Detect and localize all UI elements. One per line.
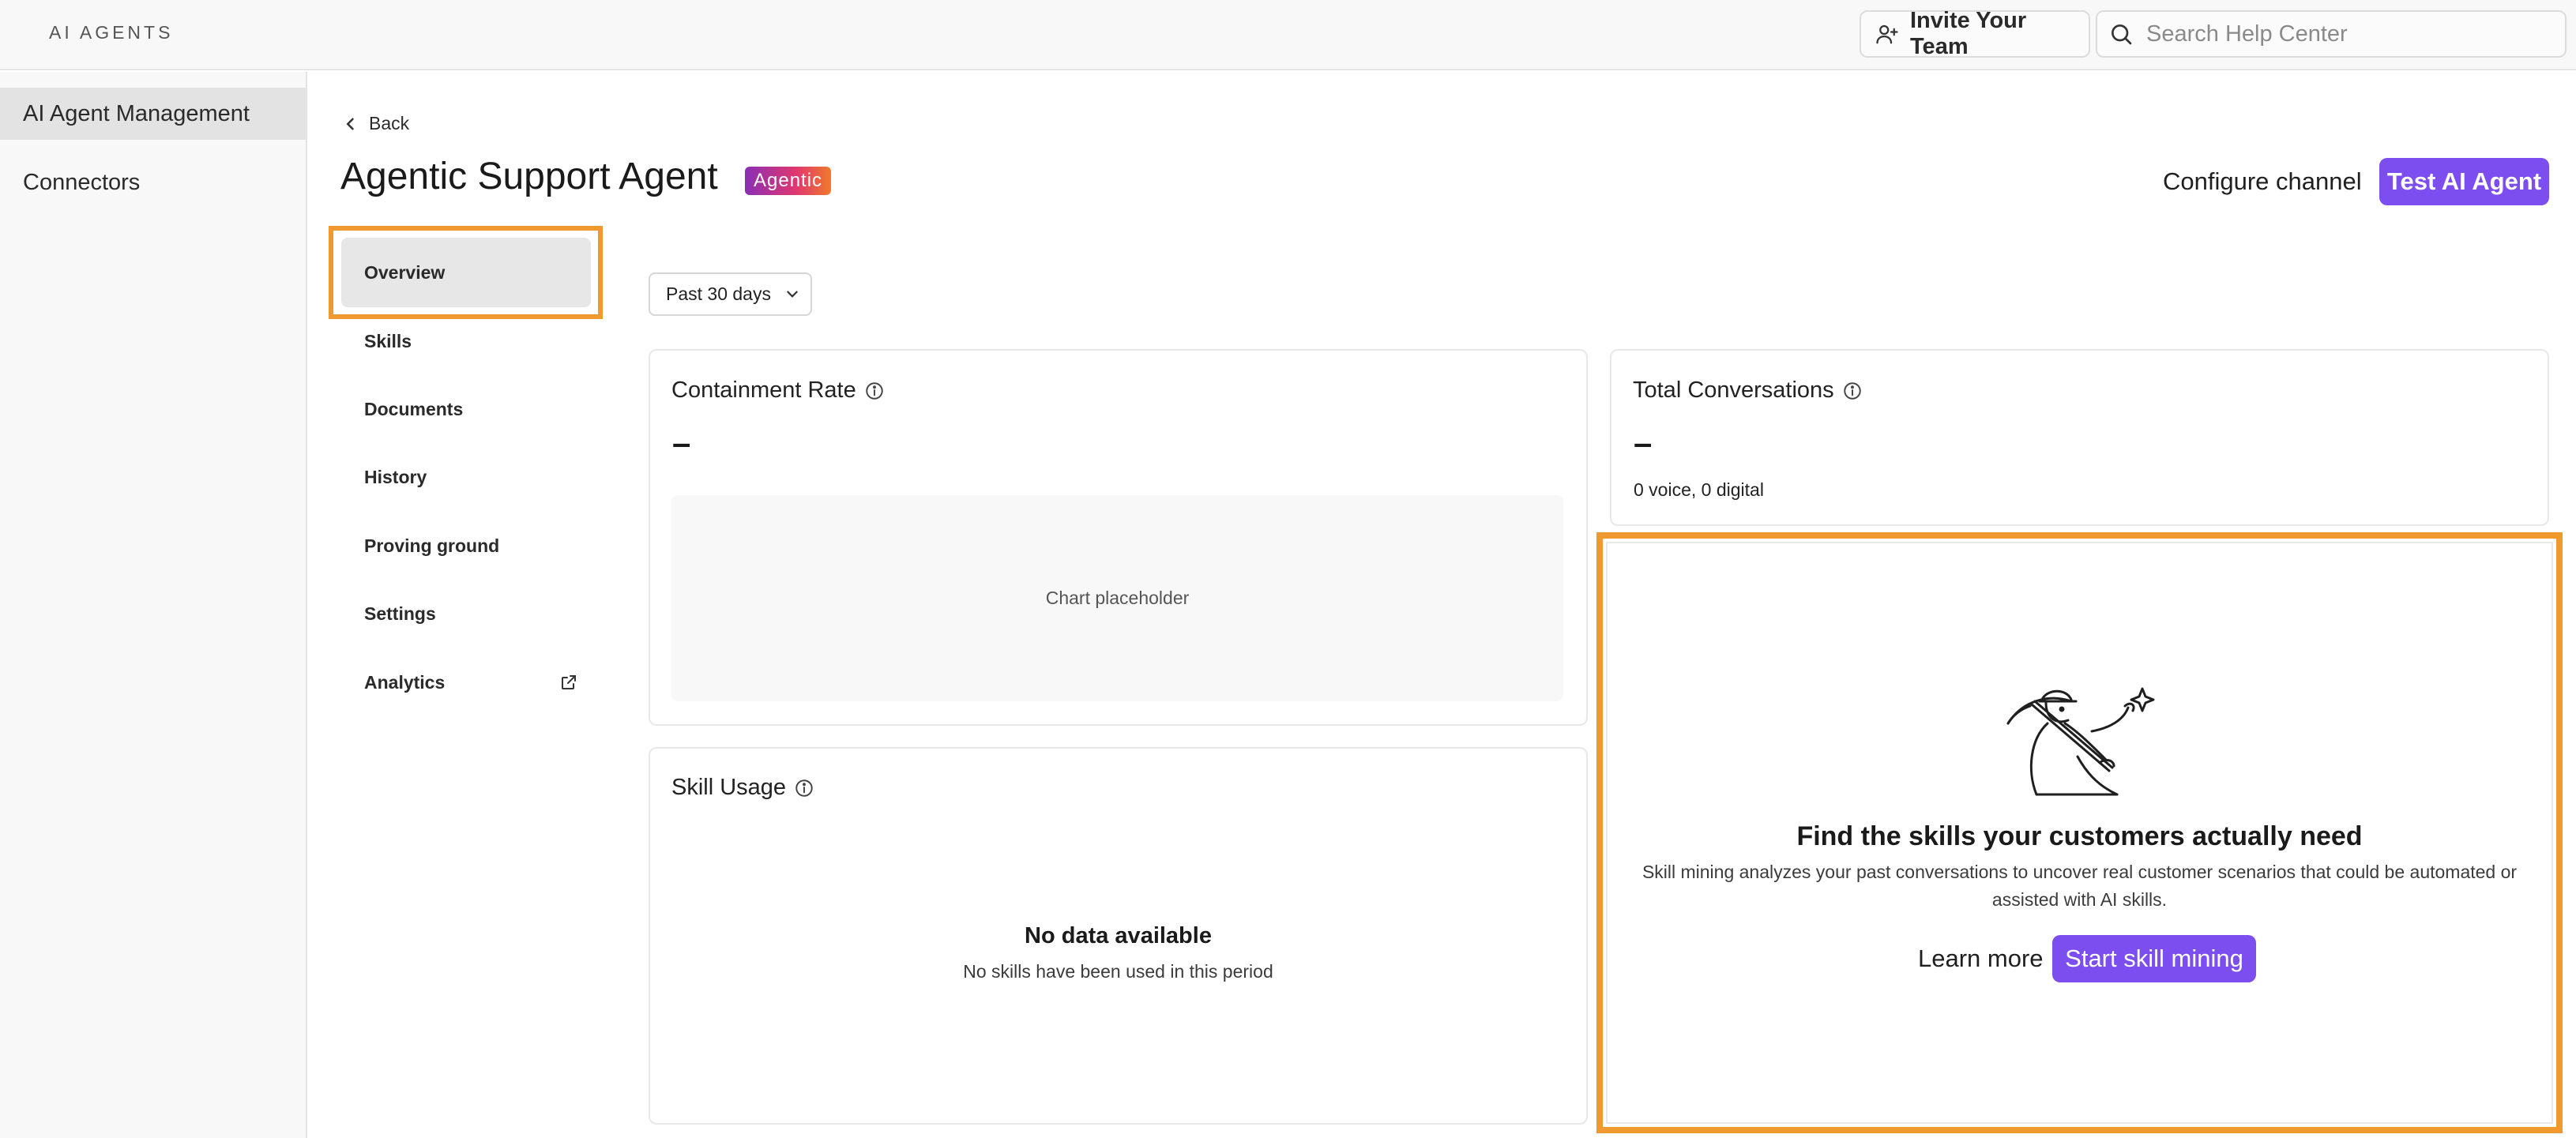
tab-skills[interactable]: Skills (341, 306, 591, 376)
chevron-left-icon (345, 116, 356, 132)
card-title-label: Total Conversations (1633, 377, 1834, 403)
external-link-icon (559, 673, 578, 692)
tab-label: Proving ground (364, 535, 500, 556)
tab-history[interactable]: History (341, 442, 591, 512)
period-filter-dropdown[interactable]: Past 30 days (649, 272, 812, 316)
card-title-label: Containment Rate (671, 377, 856, 403)
invite-team-button[interactable]: Invite Your Team (1860, 8, 2090, 59)
chart-placeholder-label: Chart placeholder (1045, 588, 1190, 608)
left-sidebar (0, 72, 307, 1138)
tab-label: Analytics (364, 671, 446, 693)
chevron-down-icon (785, 290, 799, 299)
invite-team-label: Invite Your Team (1910, 8, 2027, 59)
add-user-icon (1875, 22, 1899, 46)
sidebar-item-ai-agent-management[interactable]: AI Agent Management (0, 88, 306, 140)
skill-mining-title: Find the skills your customers actually … (1796, 821, 2363, 851)
total-conversations-title: Total Conversations (1633, 377, 1863, 404)
back-link[interactable]: Back (345, 113, 409, 134)
tab-label: Overview (364, 261, 446, 283)
info-icon[interactable] (864, 381, 885, 401)
tab-label: Documents (364, 398, 464, 419)
search-icon (2108, 21, 2134, 47)
test-ai-agent-button[interactable]: Test AI Agent (2379, 158, 2549, 205)
tab-label: Skills (364, 330, 412, 351)
agentic-badge: Agentic (745, 167, 832, 195)
total-conversations-value: – (1634, 424, 1653, 461)
conversation-breakdown: 0 voice, 0 digital (1634, 479, 1764, 500)
search-help-center[interactable] (2096, 10, 2567, 58)
card-title-label: Skill Usage (671, 775, 787, 800)
learn-more-button[interactable]: Learn more (1904, 935, 2058, 982)
sidebar-item-connectors[interactable]: Connectors (0, 156, 306, 208)
skill-mining-description: Skill mining analyzes your past conversa… (1641, 862, 2518, 910)
skill-usage-title: Skill Usage (671, 775, 814, 801)
configure-channel-button[interactable]: Configure channel (2149, 158, 2376, 205)
containment-rate-value: – (672, 424, 691, 461)
search-input[interactable] (2146, 21, 2541, 47)
chart-placeholder: Chart placeholder (671, 495, 1563, 701)
tab-analytics[interactable]: Analytics (341, 648, 591, 717)
empty-state-title: No data available (1025, 923, 1212, 948)
sidebar-item-label: Connectors (23, 169, 141, 195)
tab-settings[interactable]: Settings (341, 579, 591, 648)
tab-label: History (364, 466, 427, 487)
info-icon[interactable] (1842, 381, 1863, 401)
tab-label: Settings (364, 603, 436, 624)
tab-documents[interactable]: Documents (341, 374, 591, 444)
app-brand: AI AGENTS (49, 22, 174, 43)
back-label: Back (369, 113, 410, 133)
start-skill-mining-button[interactable]: Start skill mining (2052, 935, 2256, 982)
sidebar-item-label: AI Agent Management (23, 100, 250, 126)
containment-rate-title: Containment Rate (671, 377, 885, 404)
page-title: Agentic Support Agent (340, 156, 718, 197)
tab-overview[interactable]: Overview (341, 238, 591, 307)
tab-proving-ground[interactable]: Proving ground (341, 511, 591, 580)
info-icon[interactable] (794, 778, 814, 798)
empty-state-description: No skills have been used in this period (963, 961, 1273, 982)
miner-with-pickaxe-illustration (1999, 684, 2157, 798)
period-filter-label: Past 30 days (666, 284, 771, 304)
